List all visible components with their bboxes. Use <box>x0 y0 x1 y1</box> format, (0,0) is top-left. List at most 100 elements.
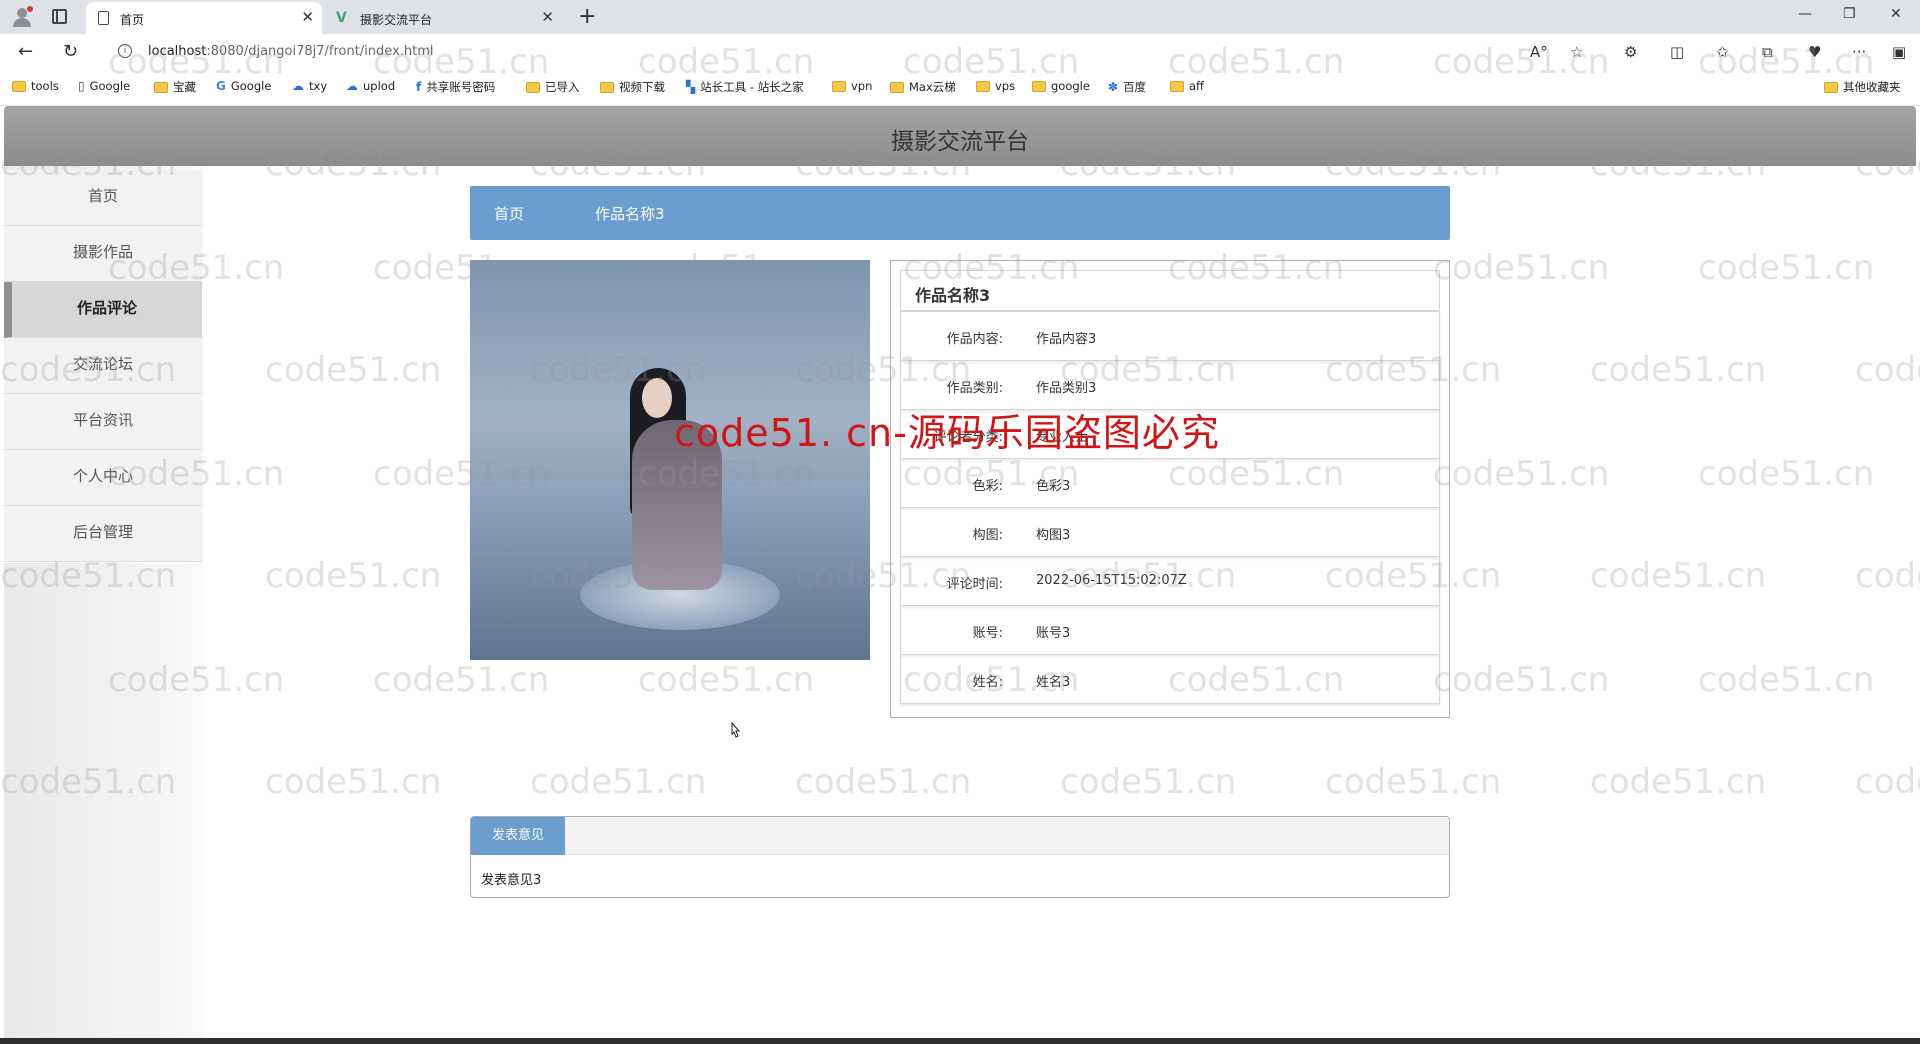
bookmark-vpn[interactable]: vpn <box>832 79 872 93</box>
red-watermark: code51. cn-源码乐园盗图必究 <box>674 411 1220 455</box>
folder-icon <box>600 81 614 93</box>
folder-icon <box>976 80 990 92</box>
bookmark-uplod[interactable]: ☁ uplod <box>346 79 395 93</box>
work-photo <box>470 260 870 660</box>
facebook-icon: f <box>416 80 422 94</box>
bookmark-tools[interactable]: tools <box>12 79 59 93</box>
detail-label: 账号: <box>972 626 1003 641</box>
bookmark-max-cloud[interactable]: Max云梯 <box>890 79 956 95</box>
sidebar-item-work-comments[interactable]: 作品评论 <box>4 282 202 338</box>
web-page: 摄影交流平台 首页 摄影作品 作品评论 交流论坛 平台资讯 个人中心 后台管理 … <box>0 106 1920 1038</box>
work-detail-panel: 作品名称3 作品内容: 作品内容3 作品类别: 作品类别3 评论者分类: 专业人… <box>890 260 1450 718</box>
sidebar-toggle-icon[interactable]: ▣ <box>1892 43 1906 61</box>
detail-value: 姓名3 <box>1036 675 1071 690</box>
mouse-cursor-icon <box>731 722 741 738</box>
browser-essentials-icon[interactable]: ♥ <box>1808 43 1821 61</box>
bookmark-baidu[interactable]: ✽ 百度 <box>1108 79 1146 95</box>
sidebar-item-forum[interactable]: 交流论坛 <box>4 338 202 394</box>
detail-value: 色彩3 <box>1036 479 1071 494</box>
detail-label: 色彩: <box>972 479 1003 494</box>
sidebar-item-personal-center[interactable]: 个人中心 <box>4 450 202 506</box>
browser-tab-platform[interactable]: V 摄影交流平台 ✕ <box>326 2 562 34</box>
comment-panel: 发表意见 发表意见3 <box>470 816 1450 898</box>
folder-icon <box>154 81 168 93</box>
detail-value: 2022-06-15T15:02:07Z <box>1036 573 1187 588</box>
baidu-paw-icon: ✽ <box>1108 80 1119 94</box>
detail-row: 构图: 构图3 <box>900 508 1440 557</box>
detail-value: 构图3 <box>1036 528 1071 543</box>
detail-value: 作品内容3 <box>1036 332 1097 347</box>
minimize-icon[interactable]: — <box>1798 6 1812 22</box>
close-tab-icon[interactable]: ✕ <box>301 8 314 26</box>
folder-icon <box>12 80 26 92</box>
browser-tab-home[interactable]: 首页 ✕ <box>86 2 322 34</box>
url-path: :8080/djangoi78j7/front/index.html <box>206 44 434 59</box>
more-menu-icon[interactable]: ··· <box>1852 43 1866 61</box>
bookmark-shared-accounts[interactable]: f 共享账号密码 <box>416 79 495 95</box>
site-title: 摄影交流平台 <box>891 129 1029 155</box>
bookmark-txy[interactable]: ☁ txy <box>292 79 327 93</box>
favorite-star-icon[interactable]: ☆ <box>1570 43 1583 61</box>
folder-icon <box>1032 80 1046 92</box>
bookmark-video-download[interactable]: 视频下载 <box>600 79 665 95</box>
collections-icon[interactable]: ⧉ <box>1762 43 1773 61</box>
bookmark-imported[interactable]: 已导入 <box>526 79 580 95</box>
breadcrumb-home[interactable]: 首页 <box>494 203 524 224</box>
vue-logo-icon: V <box>336 10 347 26</box>
refresh-icon[interactable]: ↻ <box>63 41 78 62</box>
detail-label: 评论时间: <box>946 577 1003 592</box>
tab-label: 首页 <box>120 13 145 27</box>
sidebar: 首页 摄影作品 作品评论 交流论坛 平台资讯 个人中心 后台管理 <box>4 166 204 1038</box>
site-info-icon[interactable]: i <box>118 44 132 58</box>
folder-icon <box>890 81 904 93</box>
folder-icon <box>1824 81 1838 93</box>
folder-icon <box>526 81 540 93</box>
detail-label: 作品内容: <box>946 332 1003 347</box>
detail-value: 账号3 <box>1036 626 1071 641</box>
bookmark-vps[interactable]: vps <box>976 79 1015 93</box>
bookmark-google[interactable]: ▯ Google <box>78 79 130 93</box>
sidebar-item-home[interactable]: 首页 <box>4 170 202 226</box>
bookmark-webmaster-tools[interactable]: ▚ 站长工具 - 站长之家 <box>686 79 804 95</box>
site-header: 摄影交流平台 <box>4 106 1916 166</box>
page-icon <box>98 11 109 25</box>
back-icon[interactable]: ← <box>18 41 33 62</box>
bookmark-google-2[interactable]: G Google <box>216 79 271 93</box>
comment-tab[interactable]: 发表意见 <box>471 817 565 855</box>
work-title: 作品名称3 <box>900 270 1440 312</box>
webmaster-icon: ▚ <box>686 80 696 94</box>
restore-icon[interactable]: ❐ <box>1843 6 1856 22</box>
close-window-icon[interactable]: ✕ <box>1890 6 1902 22</box>
bookmark-aff[interactable]: aff <box>1170 79 1204 93</box>
cloud-icon: ☁ <box>346 79 358 93</box>
close-tab-icon[interactable]: ✕ <box>541 8 554 26</box>
bookmark-other-favorites[interactable]: 其他收藏夹 <box>1824 79 1901 95</box>
address-bar: ← ↻ i localhost:8080/djangoi78j7/front/i… <box>0 34 1920 70</box>
folder-icon <box>832 80 846 92</box>
new-tab-icon[interactable]: + <box>578 4 596 29</box>
bookmark-google-folder[interactable]: google <box>1032 79 1090 93</box>
google-icon: G <box>216 79 226 93</box>
sidebar-item-photography-works[interactable]: 摄影作品 <box>4 226 202 282</box>
url-field[interactable]: localhost:8080/djangoi78j7/front/index.h… <box>148 44 434 59</box>
sidebar-item-admin[interactable]: 后台管理 <box>4 506 202 562</box>
taskbar-edge <box>0 1038 1920 1044</box>
detail-row: 姓名: 姓名3 <box>900 655 1440 704</box>
profile-icon[interactable] <box>10 6 34 28</box>
url-host: localhost <box>148 44 207 59</box>
bookmark-treasure[interactable]: 宝藏 <box>154 79 196 95</box>
detail-label: 作品类别: <box>946 381 1003 396</box>
sidebar-item-news[interactable]: 平台资讯 <box>4 394 202 450</box>
tab-label: 摄影交流平台 <box>360 13 433 27</box>
page-icon: ▯ <box>78 79 85 93</box>
comment-content: 发表意见3 <box>481 873 542 888</box>
extensions-icon[interactable]: ⚙ <box>1624 43 1637 61</box>
favorites-icon[interactable]: ✩ <box>1716 43 1729 61</box>
detail-row: 评论时间: 2022-06-15T15:02:07Z <box>900 557 1440 606</box>
detail-row: 账号: 账号3 <box>900 606 1440 655</box>
split-screen-icon[interactable]: ◫ <box>1670 43 1684 61</box>
read-aloud-icon[interactable]: A° <box>1530 43 1548 61</box>
browser-tab-bar: 首页 ✕ V 摄影交流平台 ✕ + — ❐ ✕ <box>0 0 1920 34</box>
detail-label: 构图: <box>972 528 1003 543</box>
tab-actions-icon[interactable] <box>52 9 67 24</box>
